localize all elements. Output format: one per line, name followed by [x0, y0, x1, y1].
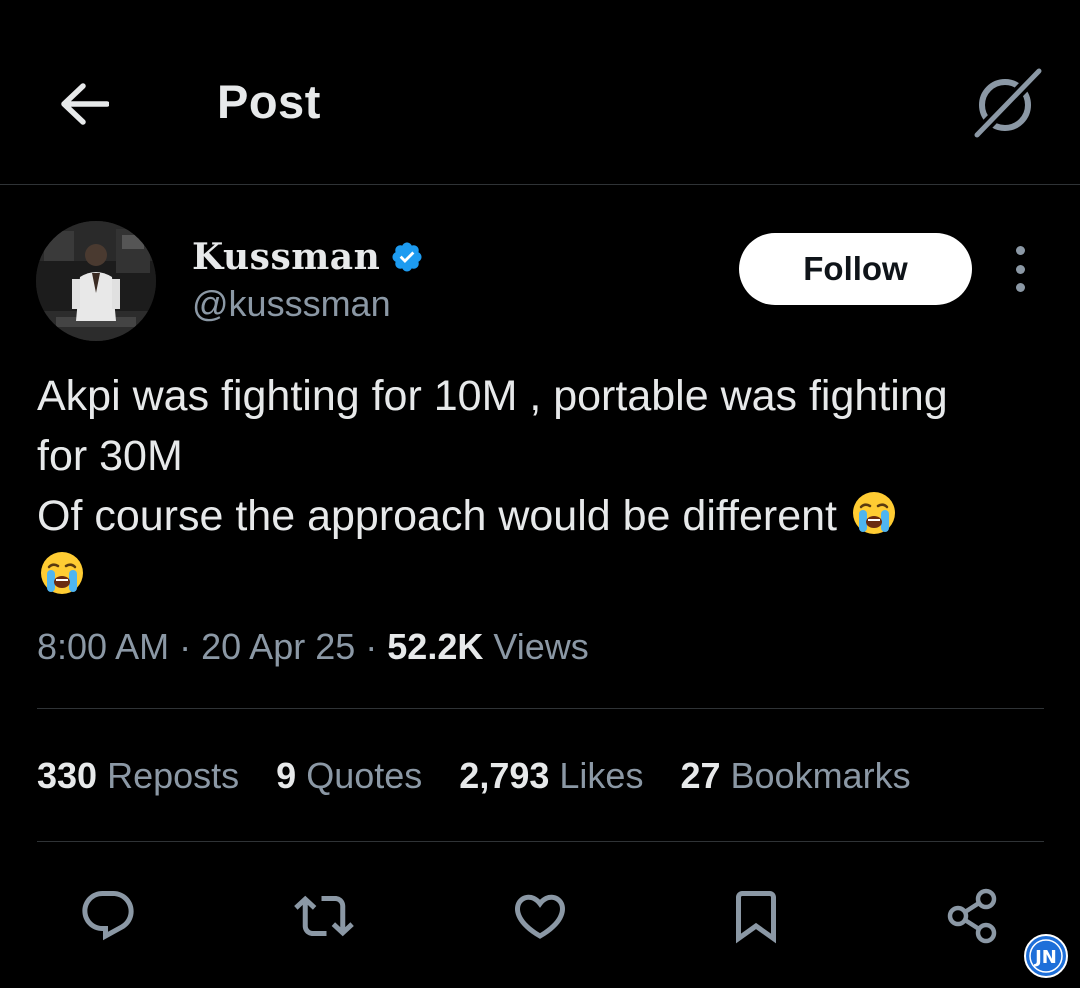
- post-emoji-line: [37, 546, 1057, 606]
- reply-icon: [82, 891, 134, 941]
- repost-button[interactable]: [292, 884, 356, 948]
- page-title: Post: [217, 75, 321, 128]
- loudly-crying-face-icon: [41, 552, 83, 594]
- reposts-stat[interactable]: 330 Reposts: [37, 755, 239, 797]
- share-icon: [947, 888, 997, 944]
- reposts-count: 330: [37, 755, 98, 796]
- top-bar: Post: [0, 0, 1080, 185]
- reposts-label: Reposts: [107, 755, 240, 796]
- post-text: Akpi was fighting for 10M , portable was…: [37, 366, 1057, 606]
- post-meta: 8:00 AM · 20 Apr 25 · 52.2K Views: [37, 626, 589, 668]
- post-text-line-with-emoji: Of course the approach would be differen…: [37, 486, 1057, 546]
- likes-count: 2,793: [459, 755, 550, 796]
- post-date: 20 Apr 25: [201, 626, 356, 667]
- likes-label: Likes: [559, 755, 644, 796]
- share-button[interactable]: [940, 884, 1004, 948]
- like-icon: [514, 894, 566, 939]
- grok-icon: [971, 65, 1045, 141]
- engagement-stats: 330 Reposts 9 Quotes 2,793 Likes 27 Book…: [37, 755, 948, 797]
- avatar-image: [36, 221, 156, 341]
- post-time: 8:00 AM: [37, 626, 170, 667]
- display-name[interactable]: Kussman: [192, 236, 380, 278]
- avatar[interactable]: [36, 221, 156, 341]
- meta-separator: ·: [365, 626, 378, 667]
- more-options-button[interactable]: [1000, 246, 1040, 292]
- bookmarks-count: 27: [680, 755, 721, 796]
- post-text-line: for 30M: [37, 432, 183, 480]
- author-handle[interactable]: @kusssman: [192, 283, 391, 325]
- verified-badge-icon: [390, 240, 424, 274]
- more-dot-icon: [1015, 246, 1025, 255]
- jn-watermark-logo: JN: [1022, 932, 1070, 980]
- more-dot-icon: [1015, 283, 1025, 292]
- bookmark-button[interactable]: [724, 884, 788, 948]
- post-text-line: Akpi was fighting for 10M , portable was…: [37, 372, 948, 420]
- repost-icon: [294, 895, 354, 937]
- follow-button[interactable]: Follow: [739, 233, 972, 305]
- more-dot-icon: [1015, 264, 1025, 274]
- watermark-text: JN: [1033, 947, 1057, 968]
- views-count[interactable]: 52.2K: [387, 626, 483, 667]
- grok-button[interactable]: [968, 64, 1046, 142]
- divider: [37, 708, 1044, 709]
- quotes-stat[interactable]: 9 Quotes: [276, 755, 422, 797]
- post-text-line: Of course the approach would be differen…: [37, 492, 837, 540]
- views-label[interactable]: Views: [493, 626, 588, 667]
- loudly-crying-face-icon: [852, 492, 895, 534]
- reply-button[interactable]: [76, 884, 140, 948]
- arrow-left-icon: [61, 83, 109, 125]
- like-button[interactable]: [508, 884, 572, 948]
- divider: [37, 841, 1044, 842]
- quotes-label: Quotes: [306, 755, 423, 796]
- author-name-row[interactable]: Kussman: [192, 232, 424, 282]
- bookmark-icon: [736, 891, 776, 944]
- quotes-count: 9: [276, 755, 297, 796]
- meta-separator: ·: [179, 626, 192, 667]
- bookmarks-stat[interactable]: 27 Bookmarks: [680, 755, 910, 797]
- back-button[interactable]: [56, 76, 112, 132]
- bookmarks-label: Bookmarks: [730, 755, 911, 796]
- likes-stat[interactable]: 2,793 Likes: [459, 755, 643, 797]
